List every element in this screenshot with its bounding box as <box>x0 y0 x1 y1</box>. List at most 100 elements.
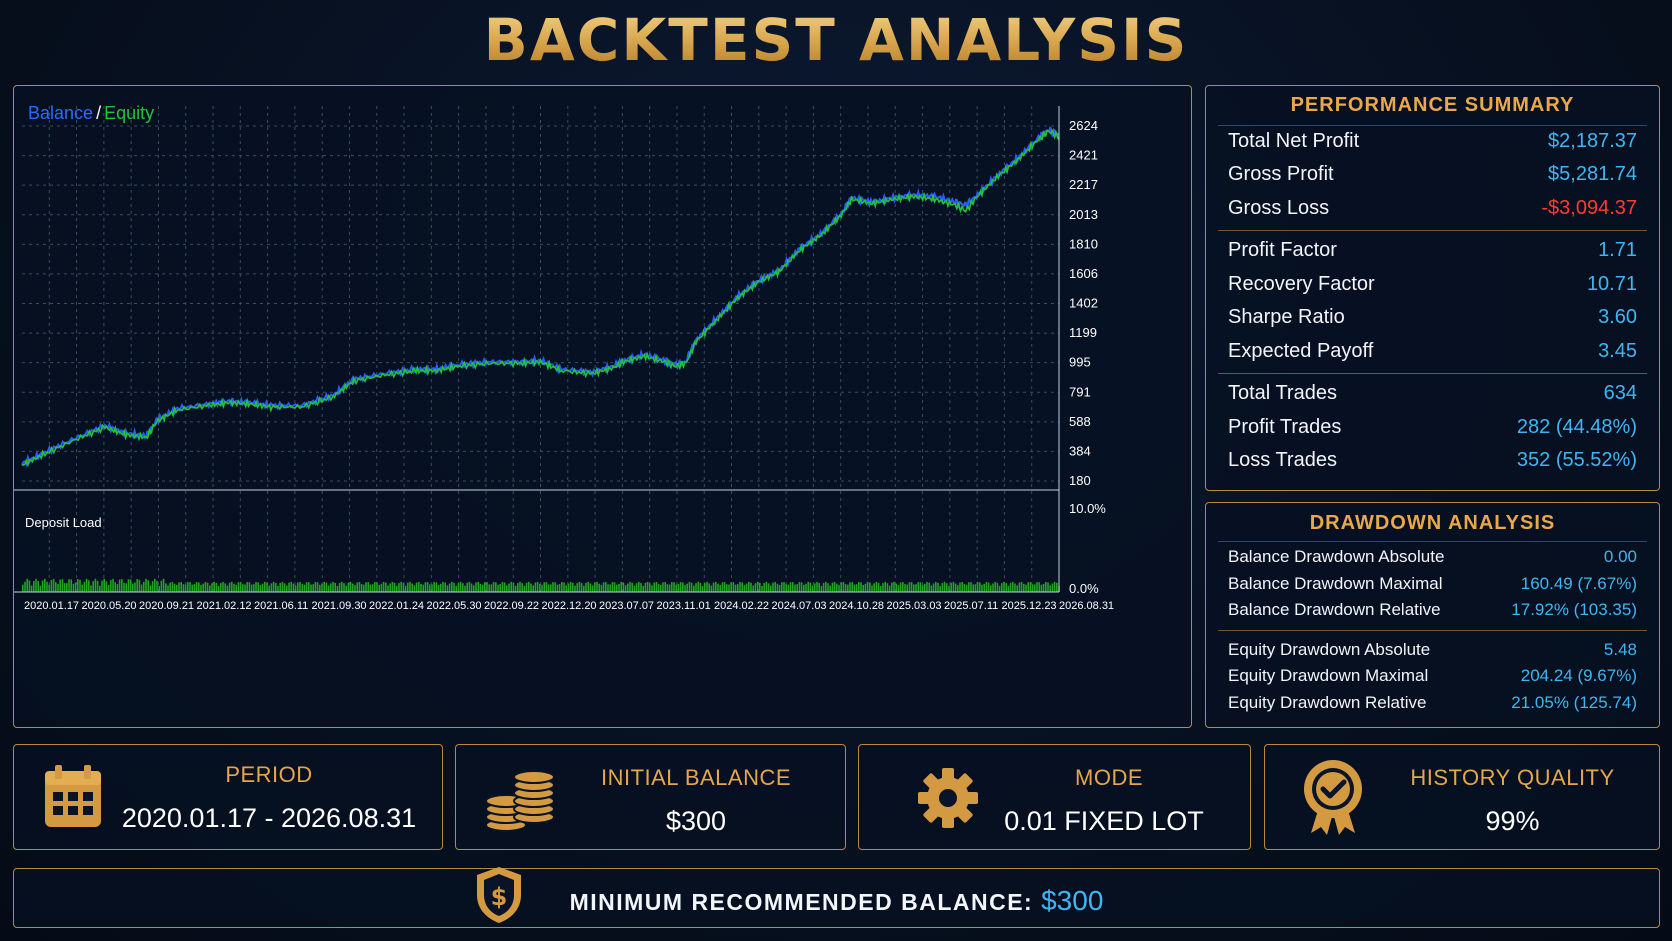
deposit-load-bar <box>68 579 70 592</box>
deposit-load-bar <box>178 582 180 592</box>
deposit-load-bar <box>908 582 911 592</box>
deposit-load-bar <box>728 584 730 592</box>
deposit-load-bar <box>127 579 130 592</box>
deposit-load-bar <box>624 585 627 592</box>
deposit-load-bar <box>52 578 55 592</box>
deposit-load-bar <box>840 582 842 592</box>
deposit-load-bar <box>1009 582 1012 592</box>
deposit-load-bar <box>248 582 251 592</box>
deposit-load-bar <box>486 582 488 592</box>
deposit-load-bar <box>1038 582 1040 592</box>
deposit-load-bar <box>937 582 939 592</box>
deposit-load-bar <box>1047 582 1049 592</box>
deposit-load-bar <box>468 581 471 592</box>
deposit-load-bar <box>996 582 999 592</box>
deposit-load-bar <box>981 584 983 592</box>
deposit-load-bar <box>1029 582 1032 592</box>
deposit-load-bar <box>202 583 204 592</box>
deposit-load-bar <box>642 585 644 592</box>
deposit-load-bar <box>365 582 367 592</box>
deposit-load-bar <box>169 582 171 592</box>
deposit-load-bar <box>1016 585 1018 592</box>
deposit-load-bar <box>695 583 697 592</box>
deposit-load-bar <box>796 584 798 592</box>
deposit-load-bar <box>1020 581 1023 592</box>
deposit-load-bar <box>591 585 594 592</box>
deposit-load-bar <box>970 582 972 592</box>
deposit-load-bar <box>565 585 567 592</box>
deposit-load-bar <box>979 582 981 592</box>
drawdown-analysis-heading: DRAWDOWN ANALYSIS <box>1309 512 1556 534</box>
deposit-load-bar <box>946 583 948 592</box>
deposit-load-bar <box>413 585 416 592</box>
deposit-load-bar <box>156 580 158 592</box>
chart-legend: Balance / Equity <box>28 103 154 123</box>
deposit-load-bar <box>294 585 297 592</box>
deposit-load-bar <box>957 585 959 592</box>
initial-balance-card: INITIAL BALANCE $300 <box>455 744 846 850</box>
deposit-load-bar <box>785 584 787 592</box>
deposit-load-bar <box>206 582 209 592</box>
mode-value: 0.01 FIXED LOT <box>1004 806 1204 836</box>
deposit-load-bar <box>136 579 138 592</box>
deposit-load-bar <box>935 581 937 592</box>
deposit-load-bar <box>794 584 796 592</box>
deposit-load-bar <box>255 582 257 592</box>
deposit-load-bar <box>512 582 515 592</box>
deposit-load-bar <box>961 581 963 592</box>
deposit-load-bar <box>431 584 433 592</box>
deposit-load-bar <box>41 580 44 592</box>
minimum-balance-text: MINIMUM RECOMMENDED BALANCE: $300 <box>14 885 1659 917</box>
drawdown-value: 21.05% (125.74) <box>1511 692 1637 712</box>
drawdown-row: Equity Drawdown Absolute 5.48 <box>1228 638 1637 662</box>
deposit-y-tick-label: 0.0% <box>1069 581 1099 596</box>
deposit-load-bar <box>886 583 889 592</box>
minimum-balance-value: $300 <box>1041 885 1104 916</box>
deposit-load-bar <box>737 584 739 592</box>
deposit-load-bar <box>605 582 607 592</box>
deposit-load-bar <box>259 585 262 592</box>
deposit-load-bar <box>347 582 350 592</box>
deposit-load-bar <box>721 582 724 592</box>
deposit-load-bar <box>215 583 218 592</box>
deposit-load-bar <box>358 581 361 592</box>
deposit-load-bar <box>717 583 719 592</box>
deposit-load-bar <box>72 583 75 592</box>
performance-summary-heading: PERFORMANCE SUMMARY <box>1290 94 1575 116</box>
x-tick-label: 2020.05.20 <box>82 600 137 612</box>
deposit-load-bar <box>281 581 284 592</box>
deposit-load-bar <box>939 585 941 592</box>
deposit-load-bar <box>244 584 246 592</box>
deposit-load-bar <box>792 582 794 592</box>
deposit-load-bar <box>809 582 812 592</box>
legend-balance: Balance <box>28 103 93 123</box>
deposit-load-bar <box>402 583 405 592</box>
deposit-load-bar <box>838 585 840 592</box>
deposit-load-bar <box>752 585 754 592</box>
deposit-load-bar <box>325 582 328 592</box>
deposit-load-bar <box>745 583 748 592</box>
deposit-load-bar <box>492 582 495 592</box>
deposit-load-bar <box>444 582 446 592</box>
deposit-load-bar <box>1027 582 1029 592</box>
deposit-load-bar <box>334 582 336 592</box>
y-tick-label: 1810 <box>1069 236 1098 251</box>
deposit-load-bar <box>286 585 288 592</box>
deposit-load-bar <box>356 582 358 592</box>
deposit-load-bar <box>950 582 952 592</box>
deposit-load-bar <box>569 581 572 592</box>
drawdown-value: 5.48 <box>1603 639 1637 659</box>
deposit-load-bar <box>536 581 539 592</box>
deposit-load-bar <box>763 582 765 592</box>
deposit-load-bar <box>783 582 785 592</box>
deposit-load-bar <box>941 583 944 592</box>
deposit-load-bar <box>316 582 319 592</box>
deposit-load-bar <box>864 583 867 592</box>
drawdown-label: Equity Drawdown Maximal <box>1228 666 1429 685</box>
deposit-load-bar <box>983 583 985 592</box>
deposit-load-bar <box>547 584 550 592</box>
deposit-load-bar <box>94 578 97 592</box>
deposit-load-bar <box>723 582 726 592</box>
deposit-load-bar <box>679 582 682 592</box>
deposit-load-bar <box>613 582 616 592</box>
